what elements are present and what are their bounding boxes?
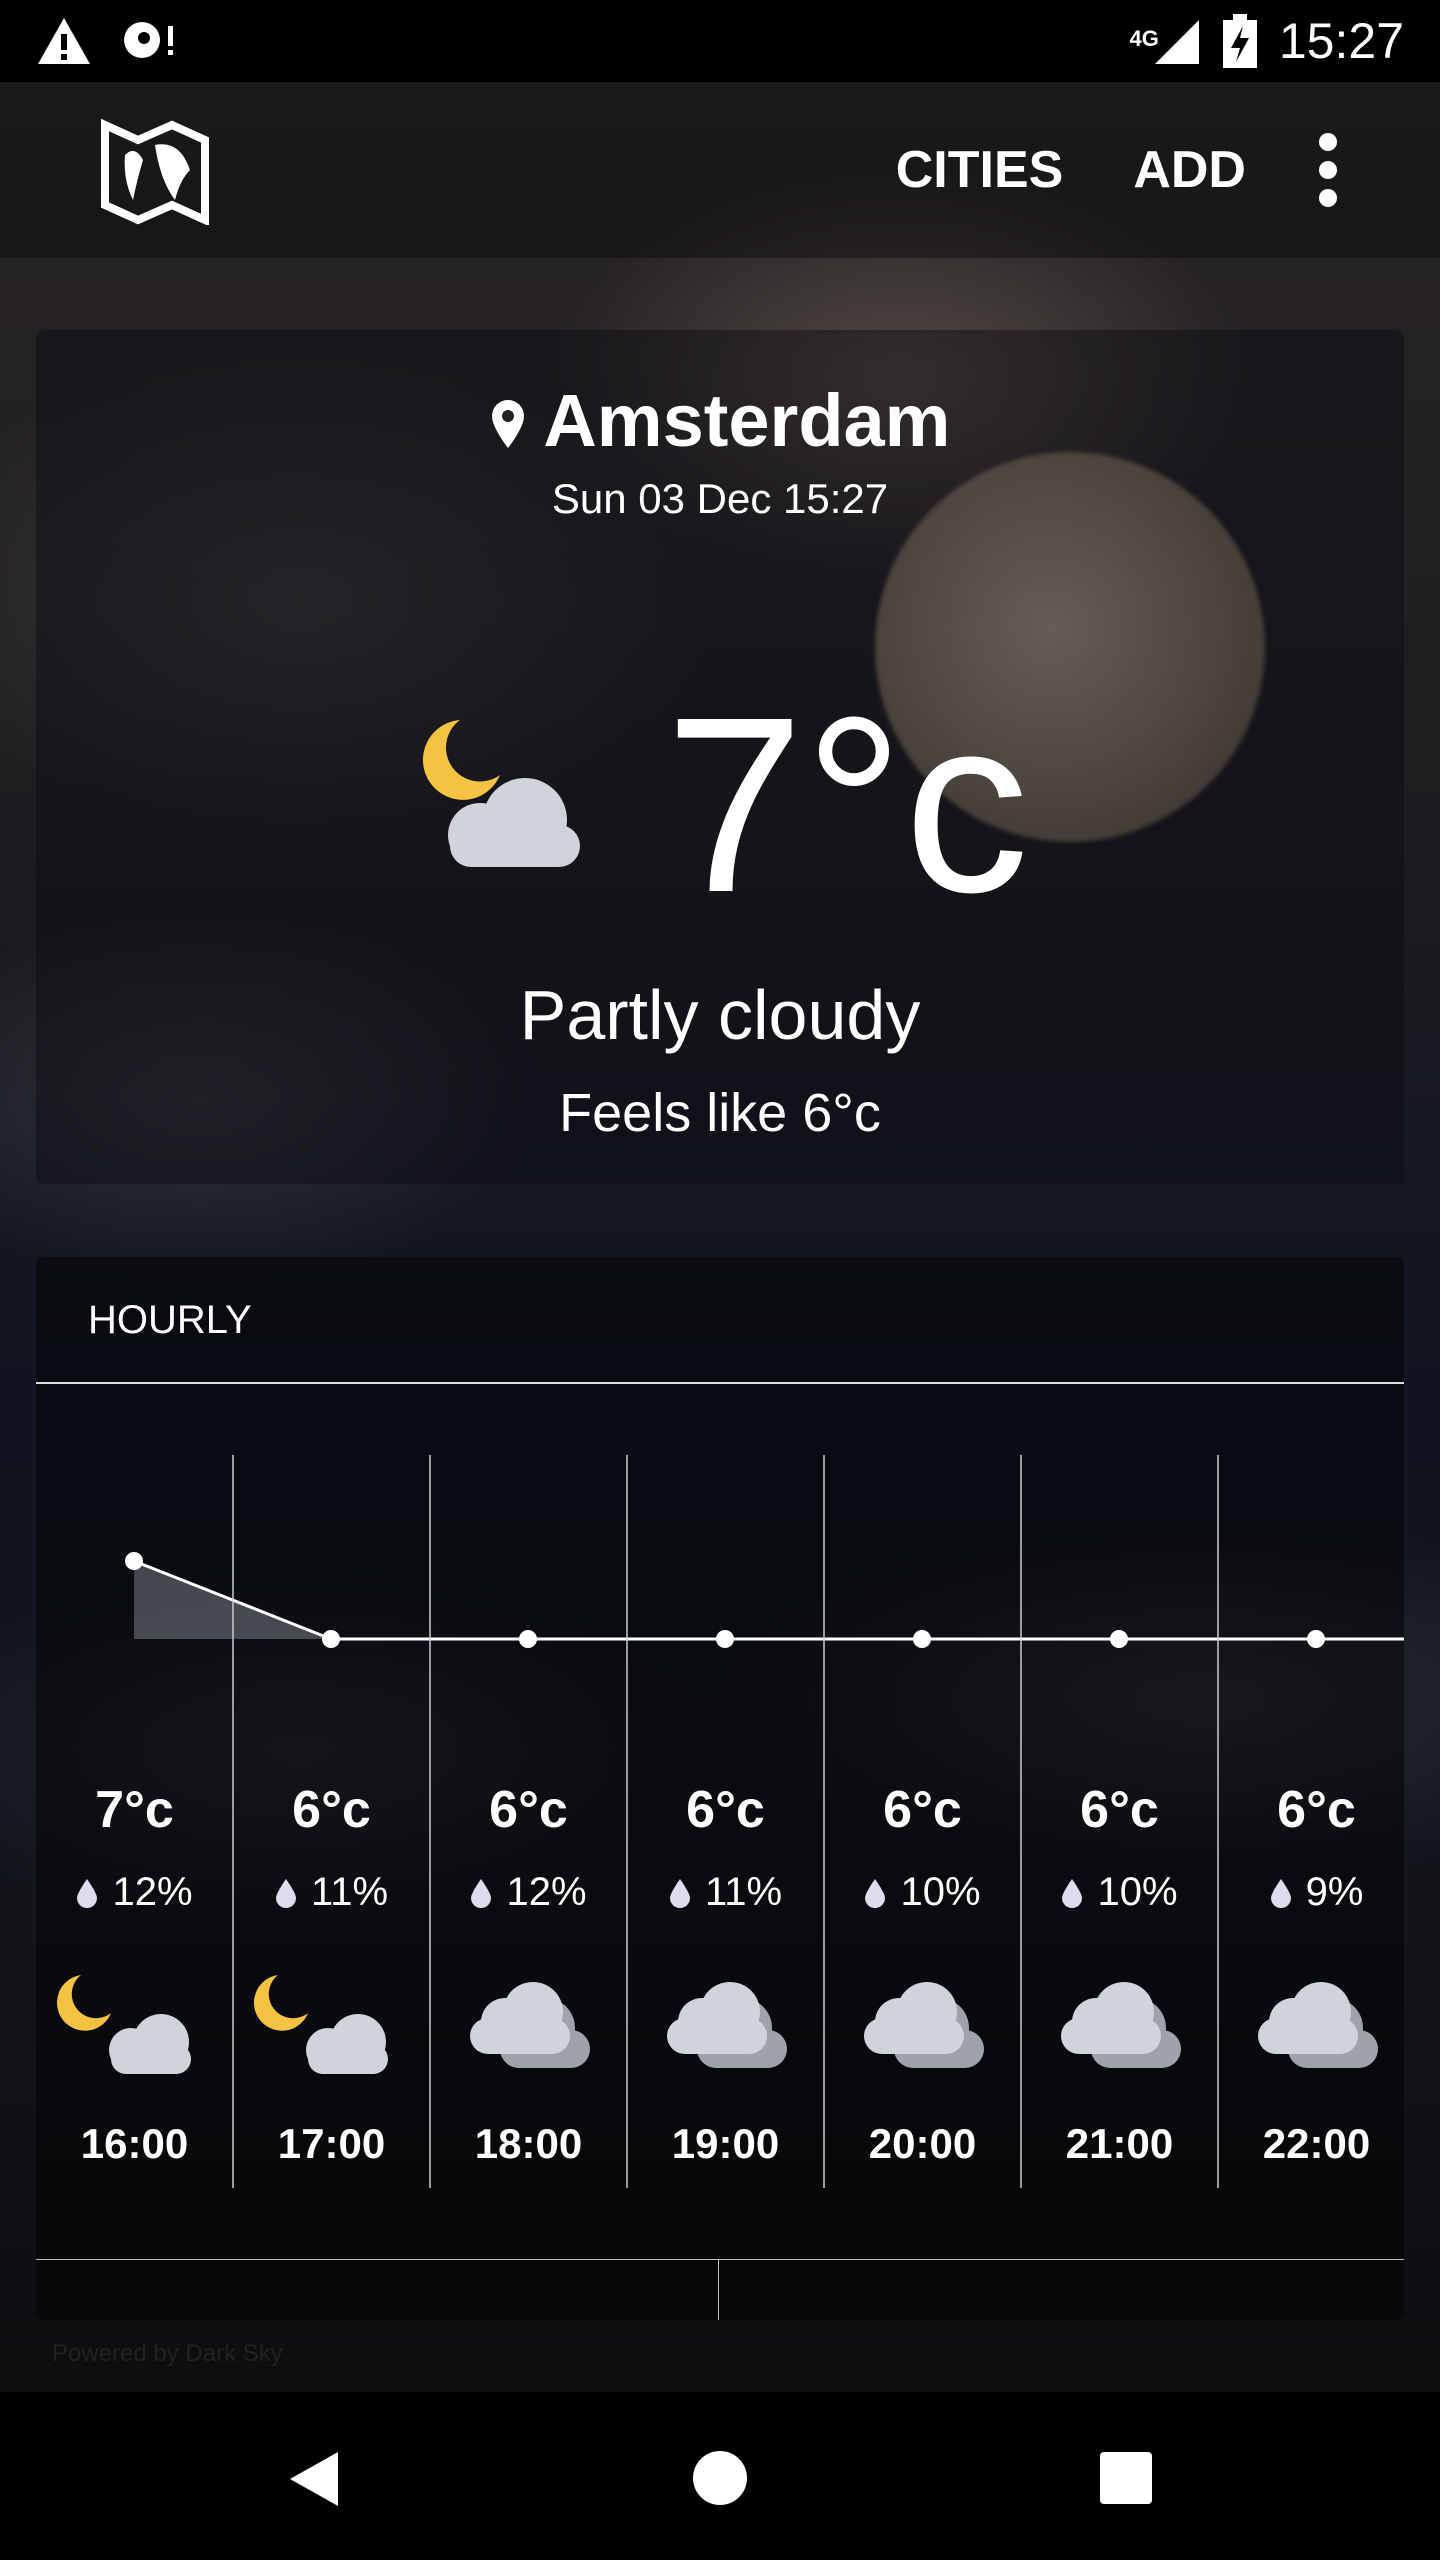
partly-cloudy-night-icon <box>56 1975 191 2074</box>
hourly-temp: 6°c <box>1277 1781 1356 1839</box>
temperature-point <box>1110 1630 1128 1648</box>
precip-value: 12% <box>112 1870 193 1914</box>
powered-by-dark-sky[interactable]: Powered by Dark Sky <box>52 2340 283 2368</box>
hourly-time: 19:00 <box>671 2120 780 2167</box>
cloudy-icon <box>470 1982 590 2068</box>
precip-value: 10% <box>900 1870 981 1914</box>
hourly-temp: 6°c <box>686 1781 765 1839</box>
precip-value: 10% <box>1097 1870 1178 1914</box>
temperature-point <box>125 1552 143 1570</box>
precip-value: 11% <box>310 1870 389 1914</box>
divider <box>718 2260 719 2320</box>
raindrop-icon <box>275 1879 296 1908</box>
cloudy-icon <box>667 1982 787 2068</box>
navigation-bar <box>0 2392 1440 2560</box>
hourly-time: 21:00 <box>1065 2120 1174 2167</box>
temperature-point <box>322 1630 340 1648</box>
hourly-precip: 12% <box>430 1870 627 1915</box>
partly-cloudy-night-icon <box>253 1975 388 2074</box>
raindrop-icon <box>77 1879 98 1908</box>
precip-value: 11% <box>704 1870 783 1914</box>
hourly-time: 16:00 <box>80 2120 189 2167</box>
hourly-temp: 6°c <box>883 1781 962 1839</box>
divider <box>36 2259 1404 2260</box>
hourly-temperature-chart <box>125 1455 1404 2188</box>
precip-value: 9% <box>1305 1870 1364 1914</box>
hourly-precip: 12% <box>36 1870 233 1915</box>
cloudy-icon <box>1258 1982 1378 2068</box>
raindrop-icon <box>471 1879 492 1908</box>
hourly-time: 18:00 <box>474 2120 583 2167</box>
hourly-precip: 11% <box>233 1870 430 1915</box>
hourly-precip: 9% <box>1218 1870 1415 1915</box>
hourly-precip: 11% <box>627 1870 824 1915</box>
temperature-point <box>519 1630 537 1648</box>
raindrop-icon <box>1270 1879 1291 1908</box>
raindrop-icon <box>865 1879 886 1908</box>
home-icon[interactable] <box>692 2450 748 2506</box>
hourly-temp: 6°c <box>1080 1781 1159 1839</box>
raindrop-icon <box>669 1879 690 1908</box>
temperature-point <box>913 1630 931 1648</box>
back-icon[interactable] <box>288 2450 340 2508</box>
temperature-area <box>134 1561 1404 1639</box>
cloudy-icon <box>1061 1982 1181 2068</box>
temperature-point <box>1307 1630 1325 1648</box>
hourly-precip: 10% <box>824 1870 1021 1915</box>
hourly-time: 20:00 <box>868 2120 977 2167</box>
hourly-temp: 6°c <box>292 1781 371 1839</box>
hourly-temp: 6°c <box>489 1781 568 1839</box>
temperature-point <box>716 1630 734 1648</box>
temperature-line <box>133 1559 1404 1641</box>
hourly-temp: 7°c <box>95 1781 174 1839</box>
hourly-precip: 10% <box>1021 1870 1218 1915</box>
precip-value: 12% <box>506 1870 587 1914</box>
cloudy-icon <box>864 1982 984 2068</box>
hourly-time: 22:00 <box>1262 2120 1371 2167</box>
raindrop-icon <box>1062 1879 1083 1908</box>
hourly-time: 17:00 <box>277 2120 386 2167</box>
recents-icon[interactable] <box>1100 2452 1152 2504</box>
